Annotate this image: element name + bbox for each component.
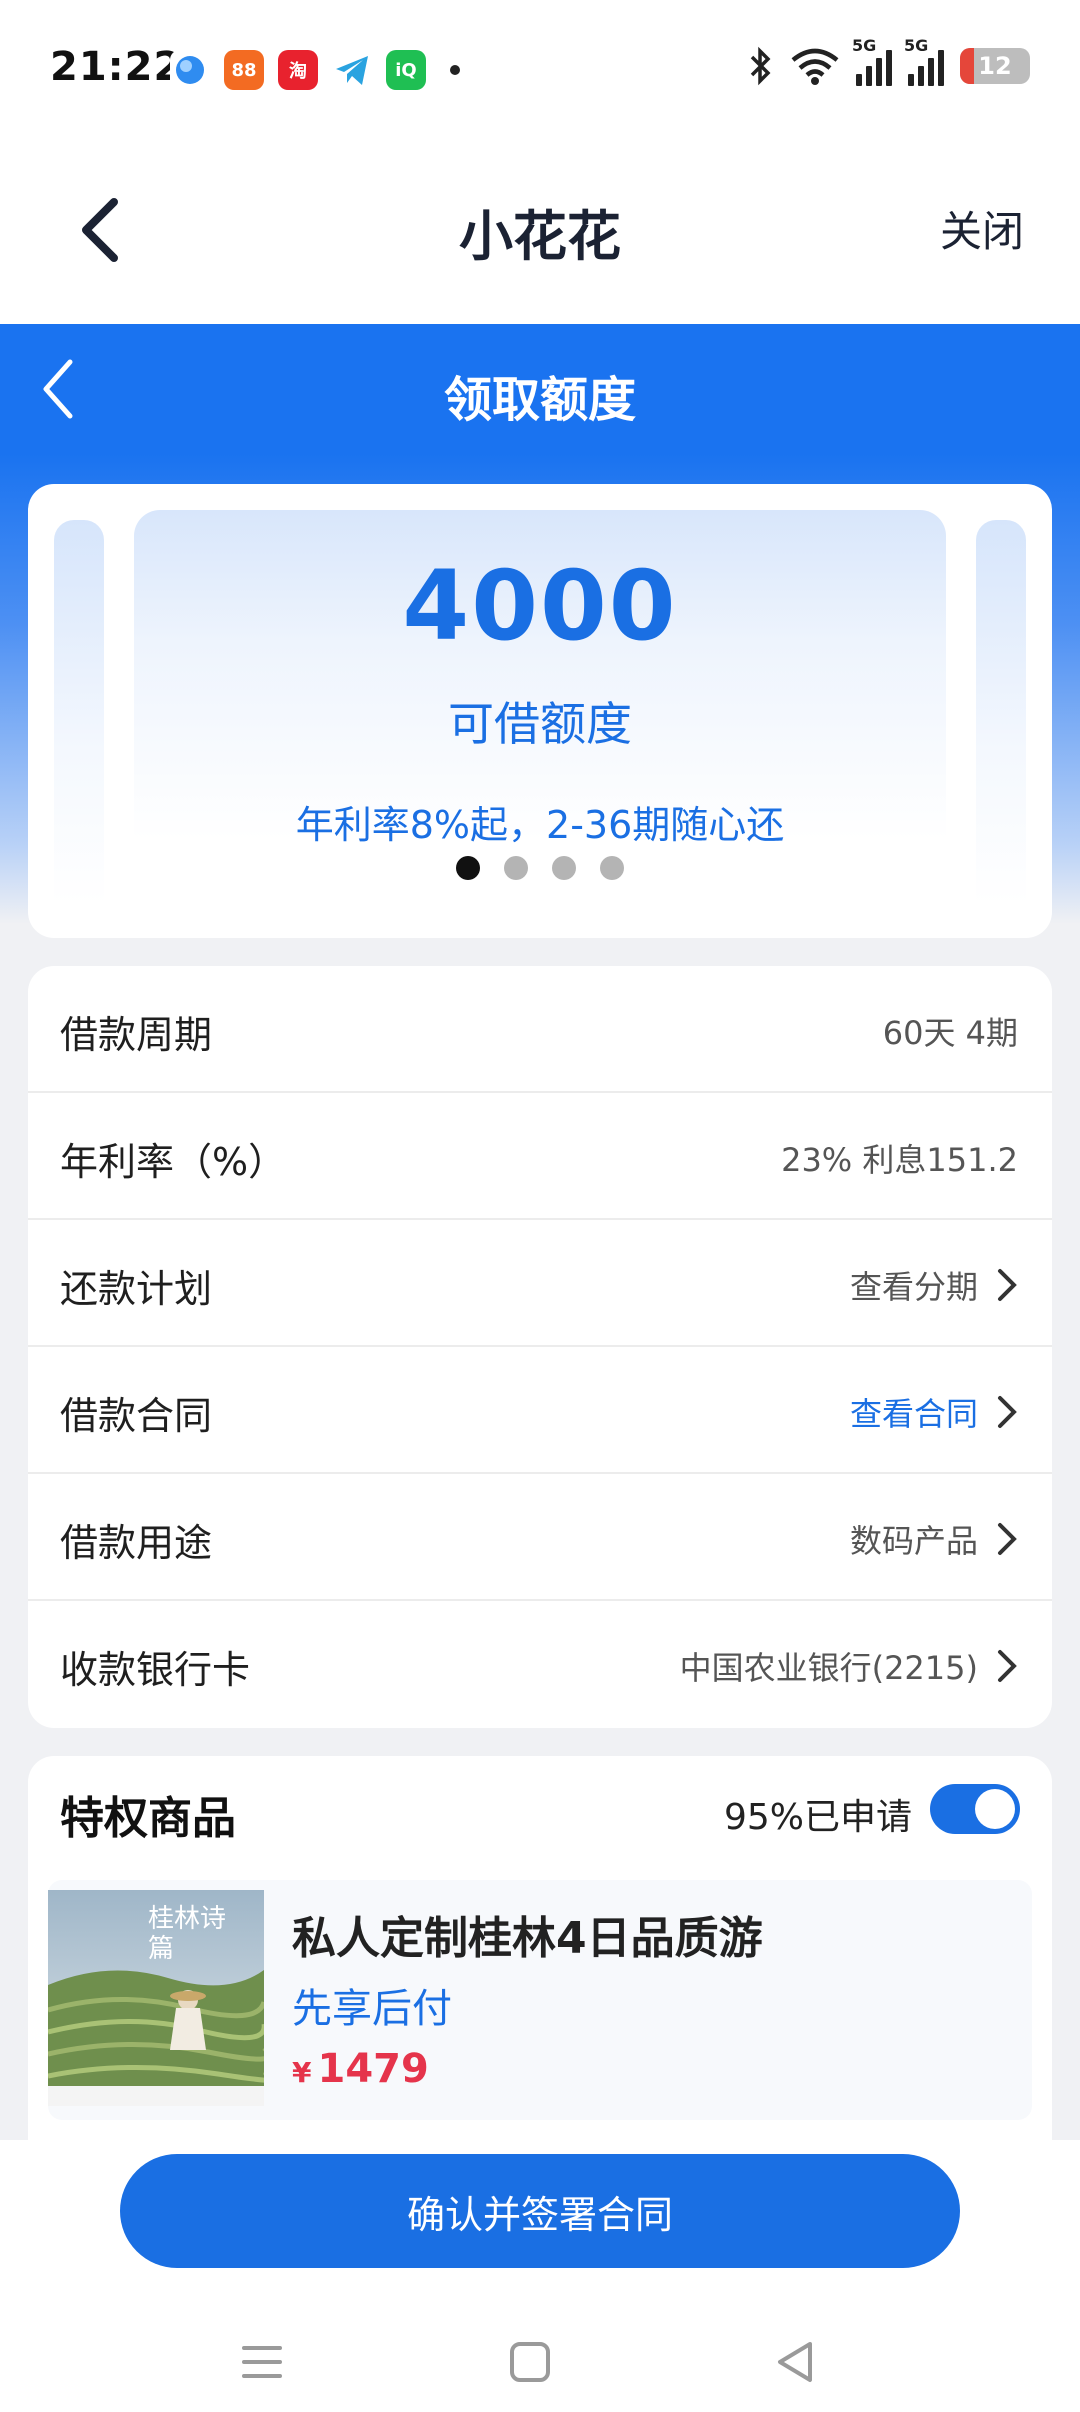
- quota-amount: 4000: [402, 550, 678, 662]
- loan-contract-row[interactable]: 借款合同 查看合同: [28, 1347, 1052, 1474]
- carousel-dot[interactable]: [600, 856, 624, 880]
- back-nav-icon[interactable]: [766, 2332, 826, 2392]
- chevron-right-icon: [998, 1650, 1017, 1682]
- telegram-icon: [332, 50, 372, 90]
- notification-icons: 88 淘 iQ: [170, 50, 460, 90]
- carousel-dot[interactable]: [456, 856, 480, 880]
- annual-rate-row: 年利率（%） 23% 利息151.2: [28, 1093, 1052, 1220]
- row-value[interactable]: 查看分期: [850, 1262, 1018, 1308]
- close-button[interactable]: 关闭: [940, 198, 1024, 259]
- blue-circle-app-icon: [170, 50, 210, 90]
- product-price: ¥1479: [292, 2046, 429, 2092]
- orange-app-icon: 88: [224, 50, 264, 90]
- product-card[interactable]: 桂林诗篇 私人定制桂林4日品质游 先享后付 ¥1479: [48, 1880, 1032, 2120]
- battery-icon: 12: [960, 48, 1030, 84]
- privilege-toggle[interactable]: [930, 1784, 1020, 1834]
- carousel-dot[interactable]: [552, 856, 576, 880]
- privilege-products: 特权商品 95%已申请 桂林诗篇 私人定制桂林4日品质游 先享后付 ¥ 1479: [28, 1756, 1052, 2140]
- home-icon[interactable]: [500, 2332, 560, 2392]
- status-bar: 21:22 88 淘 iQ 5G 5G 12: [0, 0, 1080, 140]
- iqiyi-icon: iQ: [386, 50, 426, 90]
- signal-5g-icon-2: 5G: [904, 36, 944, 86]
- bank-card-row[interactable]: 收款银行卡 中国农业银行(2215): [28, 1601, 1052, 1728]
- confirm-sign-button[interactable]: 确认并签署合同: [120, 2154, 960, 2268]
- applied-percentage: 95%已申请: [723, 1797, 912, 1838]
- quota-rate-text: 年利率8%起，2-36期随心还: [295, 803, 785, 847]
- row-value: 23% 利息151.2: [781, 1141, 1018, 1179]
- row-label: 还款计划: [60, 1267, 213, 1311]
- system-nav-bar: [0, 2316, 1080, 2412]
- loan-details: 借款周期 60天 4期 年利率（%） 23% 利息151.2 还款计划 查看分期…: [28, 966, 1052, 1728]
- product-tag: 先享后付: [292, 1986, 452, 2032]
- view-contract-link[interactable]: 查看合同: [850, 1389, 1018, 1435]
- repayment-plan-row[interactable]: 还款计划 查看分期: [28, 1220, 1052, 1347]
- bottom-bar: 确认并签署合同: [0, 2140, 1080, 2412]
- quota-label: 可借额度: [448, 697, 632, 751]
- privilege-title: 特权商品: [60, 1793, 236, 1844]
- chevron-right-icon: [998, 1396, 1017, 1428]
- system-icons: 5G 5G 12: [748, 36, 1030, 86]
- chevron-right-icon: [998, 1523, 1017, 1555]
- page-title: 领取额度: [443, 372, 636, 428]
- wifi-icon: [791, 48, 839, 85]
- recent-apps-icon[interactable]: [232, 2332, 292, 2392]
- row-label: 借款周期: [60, 1013, 213, 1057]
- carousel-dot[interactable]: [504, 856, 528, 880]
- loan-period-row: 借款周期 60天 4期: [28, 966, 1052, 1093]
- taobao-icon: 淘: [278, 50, 318, 90]
- product-name: 私人定制桂林4日品质游: [292, 1913, 763, 1964]
- row-label: 借款用途: [60, 1521, 213, 1565]
- row-value[interactable]: 中国农业银行(2215): [680, 1643, 1018, 1689]
- row-label: 年利率（%）: [60, 1140, 287, 1184]
- status-time: 21:22: [50, 44, 183, 90]
- signal-5g-icon-1: 5G: [852, 36, 892, 86]
- row-value[interactable]: 数码产品: [850, 1516, 1018, 1562]
- more-notifications-dot: [450, 65, 460, 75]
- row-label: 收款银行卡: [60, 1648, 251, 1692]
- carousel-indicator: [28, 856, 1052, 880]
- row-label: 借款合同: [60, 1394, 213, 1438]
- chevron-right-icon: [998, 1269, 1017, 1301]
- bluetooth-icon: [750, 46, 771, 86]
- app-title: 小花花: [459, 205, 621, 268]
- currency-symbol: ¥: [292, 2056, 312, 2089]
- row-value: 60天 4期: [882, 1014, 1018, 1052]
- product-image: 桂林诗篇: [48, 1890, 264, 2106]
- loan-purpose-row[interactable]: 借款用途 数码产品: [28, 1474, 1052, 1601]
- product-image-text: 桂林诗篇: [148, 1904, 227, 1964]
- app-header: 小花花 关闭: [0, 140, 1080, 324]
- quota-carousel[interactable]: 4000 可借额度 年利率8%起，2-36期随心还: [28, 484, 1052, 938]
